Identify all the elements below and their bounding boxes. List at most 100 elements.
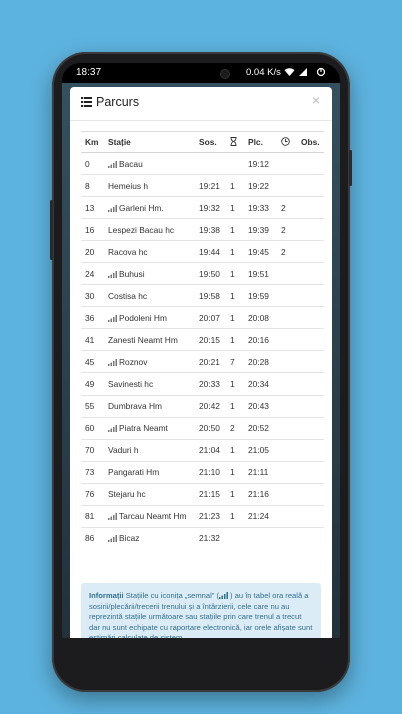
cell-dwell [281,372,301,396]
table-row: 70 Vaduri h 21:04 1 21:05 [81,438,324,462]
table-row: 45 Roznov 20:21 7 20:28 [81,350,324,373]
cell-arrival [199,151,230,175]
signal-icon [108,535,117,543]
station-name: Bacau [119,158,143,169]
cell-dwell [281,174,301,197]
route-table: Km Stație Sos. Plc. Obs. 0 Bacau 19:12 8… [81,131,324,549]
route-modal: Parcurs × Km Stație Sos. Plc. Obs. 0 Bac… [70,87,332,638]
table-row: 76 Stejaru hc 21:15 1 21:16 [81,482,324,506]
cell-km: 36 [81,306,108,329]
cell-dwell [281,416,301,440]
table-row: 86 Bicaz 21:32 [81,526,324,549]
cell-delay: 1 [230,504,248,528]
cell-departure: 21:16 [248,482,281,506]
cell-arrival: 21:23 [199,504,230,528]
cell-dwell [281,526,301,549]
cell-arrival: 19:44 [199,240,230,263]
cell-dwell: 2 [281,196,301,219]
cell-departure: 19:22 [248,174,281,197]
cell-station: Vaduri h [108,438,199,462]
cell-km: 0 [81,151,108,175]
cell-arrival: 20:21 [199,350,230,373]
cell-delay: 1 [230,262,248,285]
status-network-speed: 0.04 K/s [246,67,281,78]
cell-departure: 21:24 [248,504,281,528]
cell-observations [301,284,324,307]
table-row: 0 Bacau 19:12 [81,151,324,175]
station-name: Dumbrava Hm [108,401,162,412]
cell-dwell [281,482,301,506]
station-name: Racova hc [108,246,148,257]
cell-departure [248,526,281,549]
table-row: 36 Podoleni Hm 20:07 1 20:08 [81,306,324,329]
station-name: Pangarati Hm [108,467,160,478]
cell-observations [301,526,324,549]
cell-observations [301,240,324,263]
cell-observations [301,438,324,462]
cell-station: Piatra Neamt [108,416,199,440]
station-name: Lespezi Bacau hc [108,224,175,235]
cell-km: 24 [81,262,108,285]
station-name: Roznov [119,356,148,367]
cell-station: Costisa hc [108,284,199,307]
cell-dwell [281,394,301,418]
cell-observations [301,350,324,373]
cell-km: 16 [81,218,108,241]
header-delay [230,131,248,153]
cell-dwell [281,504,301,528]
signal-icon [108,425,117,433]
cell-arrival: 19:21 [199,174,230,197]
cell-observations [301,394,324,418]
table-header-row: Km Stație Sos. Plc. Obs. [81,131,324,153]
cell-station: Pangarati Hm [108,460,199,484]
header-dwell [281,131,301,153]
cell-km: 86 [81,526,108,549]
cell-arrival: 19:32 [199,196,230,219]
close-icon[interactable]: × [312,92,320,108]
data-saver-icon [316,67,326,77]
cell-observations [301,482,324,506]
cell-departure: 19:45 [248,240,281,263]
cell-station: Stejaru hc [108,482,199,506]
table-row: 41 Zanesti Neamt Hm 20:15 1 20:16 [81,328,324,351]
cell-station: Roznov [108,350,199,373]
cell-delay: 1 [230,174,248,197]
cell-dwell [281,284,301,307]
table-row: 20 Racova hc 19:44 1 19:45 2 [81,240,324,263]
station-name: Buhusi [119,268,145,279]
phone-screen: 18:37 0.04 K/s Parcurs × Km Stație Sos. … [62,63,340,638]
cell-km: 81 [81,504,108,528]
cell-observations [301,306,324,329]
cell-dwell [281,306,301,329]
station-name: Garleni Hm. [119,202,164,213]
signal-icon [108,160,117,168]
cell-delay: 1 [230,438,248,462]
cell-km: 8 [81,174,108,197]
cell-departure: 19:39 [248,218,281,241]
header-departure: Plc. [248,131,281,153]
table-row: 8 Hemeius h 19:21 1 19:22 [81,174,324,197]
cell-delay: 1 [230,482,248,506]
header-station: Stație [108,131,199,153]
table-row: 55 Dumbrava Hm 20:42 1 20:43 [81,394,324,418]
cell-signal-icon [299,68,307,76]
cell-dwell: 2 [281,218,301,241]
cell-km: 45 [81,350,108,373]
cell-departure: 19:51 [248,262,281,285]
cell-delay: 1 [230,284,248,307]
cell-arrival: 19:38 [199,218,230,241]
cell-dwell [281,460,301,484]
signal-icon [108,358,117,366]
cell-delay [230,526,248,549]
cell-observations [301,218,324,241]
cell-arrival: 20:50 [199,416,230,440]
header-km: Km [81,131,108,153]
phone-side-button [349,150,352,186]
cell-km: 70 [81,438,108,462]
station-name: Bicaz [119,533,140,544]
cell-departure: 21:05 [248,438,281,462]
cell-km: 55 [81,394,108,418]
cell-km: 30 [81,284,108,307]
cell-departure: 21:11 [248,460,281,484]
cell-delay [230,151,248,175]
